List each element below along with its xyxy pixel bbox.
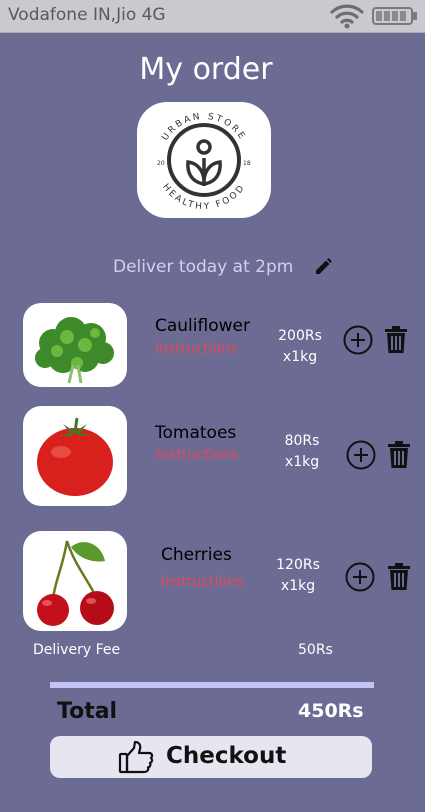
item-price: 200Rs: [278, 328, 322, 344]
total-value: 450Rs: [298, 700, 364, 722]
page-title: My order: [139, 52, 273, 87]
delete-button[interactable]: [387, 563, 411, 591]
logo-bottom-text: HEALTHY FOOD: [160, 182, 245, 212]
pencil-icon[interactable]: [314, 258, 332, 280]
tomato-image: [23, 406, 127, 506]
list-item: Cherries Instructions 120Rs x1kg: [0, 530, 425, 640]
logo-year-left: 20: [157, 160, 165, 167]
item-price-qty: 120Rs x1kg: [272, 555, 324, 597]
svg-text:HEALTHY FOOD: HEALTHY FOOD: [160, 182, 248, 212]
cherries-image: [23, 531, 127, 631]
kale-image: [23, 303, 127, 387]
item-price-qty: 200Rs x1kg: [276, 326, 324, 368]
item-quantity: x1kg: [282, 349, 318, 365]
item-name: Tomatoes: [155, 423, 237, 443]
instructions-link[interactable]: Instructions: [161, 574, 243, 590]
delete-button[interactable]: [387, 441, 411, 469]
checkout-button[interactable]: Checkout: [50, 736, 372, 778]
battery-icon: [372, 7, 418, 29]
divider: [50, 682, 374, 688]
delivery-fee-value: 50Rs: [298, 642, 333, 658]
list-item: Tomatoes Instructions 80Rs x1kg: [0, 405, 425, 515]
thumbs-up-icon: [118, 740, 154, 778]
item-price: 80Rs: [284, 433, 320, 449]
item-name: Cherries: [161, 545, 232, 565]
delivery-time-label: Deliver today at 2pm: [113, 257, 294, 277]
add-quantity-button[interactable]: [343, 325, 373, 355]
delete-button[interactable]: [384, 326, 408, 354]
instructions-link[interactable]: Instructions: [155, 341, 237, 357]
item-name: Cauliflower: [155, 316, 250, 336]
logo-top-text: URBAN STORE: [160, 112, 245, 143]
svg-text:URBAN STORE: URBAN STORE: [160, 112, 247, 143]
carrier-label: Vodafone IN,Jio 4G: [8, 5, 166, 25]
item-quantity: x1kg: [284, 454, 320, 470]
add-quantity-button[interactable]: [346, 440, 376, 470]
checkout-label: Checkout: [166, 743, 287, 769]
item-price-qty: 80Rs x1kg: [278, 431, 326, 473]
status-bar: Vodafone IN,Jio 4G: [0, 0, 425, 33]
item-price: 120Rs: [276, 557, 320, 573]
store-logo: URBAN STORE HEALTHY FOOD 20 18: [137, 102, 271, 218]
total-label: Total: [57, 699, 118, 724]
add-quantity-button[interactable]: [345, 562, 375, 592]
instructions-link[interactable]: Instructions: [156, 447, 238, 463]
list-item: Cauliflower Instructions 200Rs x1kg: [0, 300, 425, 410]
delivery-fee-label: Delivery Fee: [33, 642, 121, 658]
wifi-icon: [330, 3, 364, 33]
item-quantity: x1kg: [280, 578, 316, 594]
logo-year-right: 18: [243, 160, 251, 167]
